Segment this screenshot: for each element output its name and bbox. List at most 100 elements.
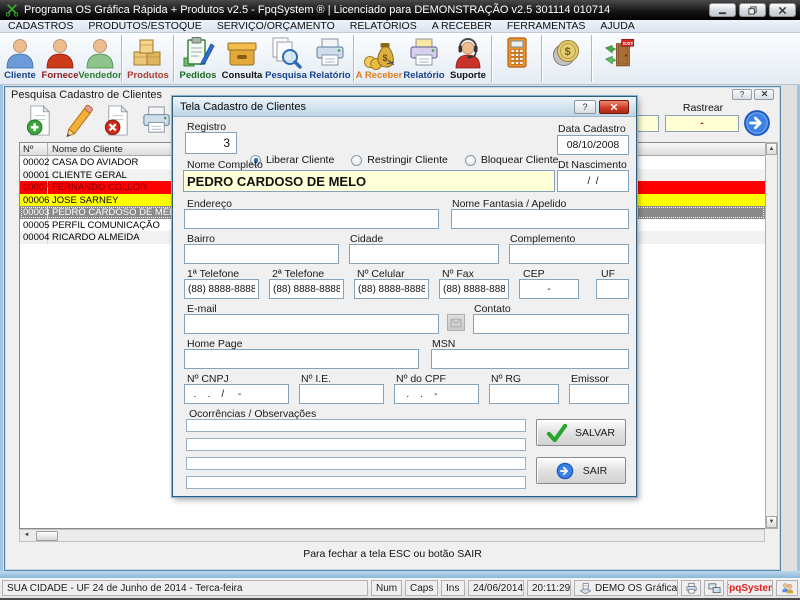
email-input[interactable]: [184, 314, 439, 334]
menu-item-relat-rios[interactable]: RELATÓRIOS: [350, 20, 417, 32]
fantasia-input[interactable]: [451, 209, 629, 229]
celular-input[interactable]: [354, 279, 429, 299]
horizontal-scrollbar[interactable]: ◄: [19, 529, 765, 542]
a-receber-button[interactable]: $A Receber: [356, 33, 402, 84]
calculadora-button[interactable]: [494, 33, 540, 84]
send-email-button[interactable]: [447, 314, 465, 331]
users-icon: [781, 582, 794, 595]
dialog-help-button[interactable]: ?: [574, 100, 596, 114]
print-list-button[interactable]: [138, 103, 174, 141]
edit-client-button[interactable]: [60, 103, 96, 141]
menu-item-produtos-estoque[interactable]: PRODUTOS/ESTOQUE: [88, 20, 201, 32]
emissor-input[interactable]: [569, 384, 629, 404]
cpf-input[interactable]: [394, 384, 479, 404]
bairro-input[interactable]: [184, 244, 339, 264]
rastrear-go-button[interactable]: [743, 109, 771, 137]
radio-restringir-cliente[interactable]: Restringir Cliente: [351, 154, 448, 166]
rastrear-telefone-input[interactable]: -: [665, 115, 739, 132]
moeda-button[interactable]: $: [544, 33, 590, 84]
complemento-input[interactable]: [509, 244, 629, 264]
radio-bloquear-cliente[interactable]: Bloquear Cliente: [465, 154, 559, 166]
dt-nascimento-input[interactable]: [557, 170, 629, 192]
sair-label: SAIR: [583, 465, 608, 477]
menu-item-ajuda[interactable]: AJUDA: [600, 20, 634, 32]
status-network[interactable]: [704, 580, 724, 596]
cnpj-input[interactable]: [184, 384, 289, 404]
client-dialog-title: Tela Cadastro de Clientes: [180, 101, 306, 113]
salvar-button[interactable]: SALVAR: [536, 419, 626, 446]
close-button[interactable]: [769, 3, 796, 17]
delete-client-button[interactable]: [99, 103, 135, 141]
main-toolbar: Cliente ForneceVendedorProdutosPedidosCon…: [0, 33, 800, 85]
ocorrencias-line-1[interactable]: [186, 419, 526, 432]
data-cadastro-input[interactable]: [557, 135, 629, 155]
contato-input[interactable]: [473, 314, 629, 334]
menu-item-cadastros[interactable]: CADASTROS: [8, 20, 73, 32]
suporte-button[interactable]: Suporte: [446, 33, 490, 84]
titlebar: Programa OS Gráfica Rápida + Produtos v2…: [0, 0, 800, 20]
status-users[interactable]: [776, 580, 798, 596]
scrollbar-thumb[interactable]: [36, 531, 58, 541]
toolbar-label: Cliente: [4, 71, 36, 81]
rg-input[interactable]: [489, 384, 559, 404]
menu-bar: CADASTROS PRODUTOS/ESTOQUE SERVIÇO/ORÇAMEN…: [0, 20, 800, 33]
coin-icon: $: [550, 35, 584, 71]
tel1-input[interactable]: [184, 279, 259, 299]
printer2-icon: [407, 35, 441, 71]
msn-input[interactable]: [431, 349, 629, 369]
vendedor-button[interactable]: Vendedor: [80, 33, 120, 84]
ocorrencias-line-3[interactable]: [186, 457, 526, 470]
scroll-left-icon[interactable]: ◄: [20, 530, 33, 541]
homepage-input[interactable]: [184, 349, 419, 369]
cidade-input[interactable]: [349, 244, 499, 264]
relatorio-button[interactable]: Relatório: [308, 33, 352, 84]
radio-button-icon[interactable]: [465, 155, 476, 166]
search-window-help-button[interactable]: ?: [732, 89, 752, 100]
restore-button[interactable]: [739, 3, 766, 17]
vertical-scrollbar[interactable]: ▲ ▼: [765, 142, 778, 529]
drawer-icon: [225, 35, 259, 71]
ocorrencias-line-4[interactable]: [186, 476, 526, 489]
support-icon: [451, 35, 485, 71]
status-num-lock: Num: [371, 580, 402, 596]
relatorio2-button[interactable]: Relatório: [402, 33, 446, 84]
pesquisa-button[interactable]: Pesquisa: [264, 33, 308, 84]
radio-button-icon[interactable]: [351, 155, 362, 166]
sair-button[interactable]: SAIR: [536, 457, 626, 484]
toolbar-label: Relatório: [309, 71, 350, 81]
money-icon: $: [362, 35, 396, 71]
pencil-icon: [62, 104, 95, 140]
new-client-button[interactable]: [21, 103, 57, 141]
scroll-down-icon[interactable]: ▼: [766, 516, 777, 528]
status-printer[interactable]: [681, 580, 701, 596]
nome-completo-input[interactable]: [183, 170, 555, 192]
sair-app-button[interactable]: EXIT: [594, 33, 646, 84]
pedidos-button[interactable]: Pedidos: [176, 33, 220, 84]
produtos-button[interactable]: Produtos: [124, 33, 172, 84]
cliente-button[interactable]: Cliente: [0, 33, 40, 84]
tel2-input[interactable]: [269, 279, 344, 299]
consulta-button[interactable]: Consulta: [220, 33, 264, 84]
arrow-circle-icon: [555, 462, 575, 480]
ocorrencias-line-2[interactable]: [186, 438, 526, 451]
fax-input[interactable]: [439, 279, 509, 299]
status-time: 20:11:29: [527, 580, 571, 596]
minimize-button[interactable]: [709, 3, 736, 17]
scroll-up-icon[interactable]: ▲: [766, 143, 777, 155]
menu-item-ferramentas[interactable]: FERRAMENTAS: [507, 20, 586, 32]
cep-input[interactable]: [519, 279, 579, 299]
uf-input[interactable]: [596, 279, 629, 299]
network-icon: [708, 582, 721, 595]
dialog-close-button[interactable]: [599, 100, 629, 114]
radio-label: Restringir Cliente: [367, 154, 448, 166]
endereco-input[interactable]: [184, 209, 439, 229]
registro-input[interactable]: [185, 132, 237, 154]
menu-item-a-receber[interactable]: A RECEBER: [432, 20, 492, 32]
status-bar: SUA CIDADE - UF 24 de Junho de 2014 - Te…: [0, 578, 800, 598]
fornecedor-button[interactable]: Fornece: [40, 33, 80, 84]
client-dialog-titlebar: Tela Cadastro de Clientes ?: [173, 97, 636, 117]
ie-input[interactable]: [299, 384, 384, 404]
search-window-close-button[interactable]: [754, 89, 774, 100]
column-header-num[interactable]: Nº: [20, 143, 48, 155]
menu-item-servi-o-or-amento[interactable]: SERVIÇO/ORÇAMENTO: [217, 20, 335, 32]
